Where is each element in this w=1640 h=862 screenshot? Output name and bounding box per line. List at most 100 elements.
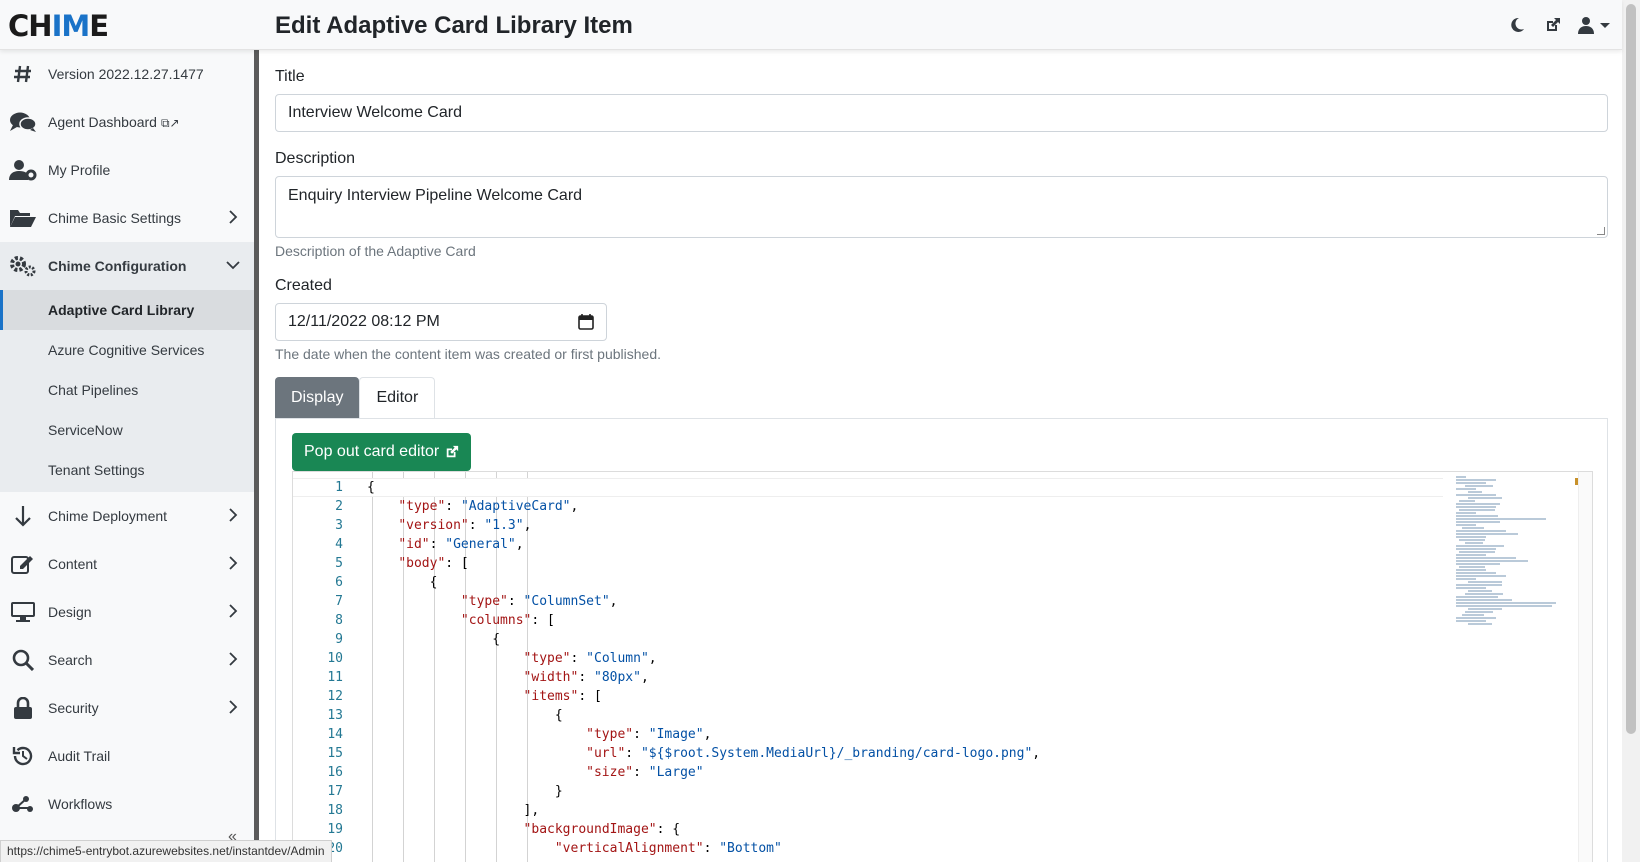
json-code-editor[interactable]: 1{2 "type": "AdaptiveCard", 3 "version": … — [292, 471, 1593, 862]
code-text: "id": "General", — [398, 537, 524, 552]
minimap-line — [1465, 485, 1493, 487]
chevron-right-icon — [229, 556, 238, 570]
minimap-line — [1459, 509, 1495, 511]
calendar-icon[interactable] — [578, 314, 594, 330]
minimap-line — [1456, 575, 1506, 577]
moon-icon[interactable] — [1506, 14, 1528, 36]
sidebar-item-search[interactable]: Search — [0, 636, 254, 684]
code-line[interactable]: 8 "columns": [ — [293, 611, 1443, 630]
hash-icon — [8, 60, 38, 88]
code-text: "type": "Column", — [523, 651, 657, 666]
code-line[interactable]: 7 "type": "ColumnSet", — [293, 592, 1443, 611]
user-icon[interactable] — [1578, 14, 1612, 36]
code-line[interactable]: 11 "width": "80px", — [293, 668, 1443, 687]
tab-display[interactable]: Display — [275, 377, 360, 418]
sidebar-item-label: Security — [48, 700, 99, 716]
line-number: 9 — [335, 632, 343, 647]
code-line[interactable]: 16 "size": "Large" — [293, 763, 1443, 782]
sidebar-item-audit-trail[interactable]: Audit Trail — [0, 732, 254, 780]
code-line[interactable]: 13 { — [293, 706, 1443, 725]
minimap-line — [1456, 524, 1476, 526]
minimap-line — [1465, 611, 1493, 613]
tab-editor[interactable]: Editor — [359, 377, 436, 418]
line-number: 5 — [335, 556, 343, 571]
line-number: 3 — [335, 518, 343, 533]
sidebar-subitem-servicenow[interactable]: ServiceNow — [0, 410, 254, 450]
code-line[interactable]: 1{ — [293, 478, 1443, 497]
sidebar-item-workflows[interactable]: Workflows — [0, 780, 254, 828]
sidebar-item-label: Chime Configuration — [48, 258, 187, 274]
code-line[interactable]: 19 "backgroundImage": { — [293, 820, 1443, 839]
title-input[interactable]: Interview Welcome Card — [275, 94, 1608, 132]
code-line[interactable]: 17 } — [293, 782, 1443, 801]
created-datetime-input[interactable]: 12/11/2022 08:12 PM — [275, 303, 607, 341]
minimap-line — [1456, 476, 1466, 478]
resize-handle[interactable] — [1597, 227, 1605, 235]
sidebar-item-design[interactable]: Design — [0, 588, 254, 636]
code-line[interactable]: 18 ], — [293, 801, 1443, 820]
line-number: 18 — [327, 803, 343, 818]
editor-scrollbar[interactable] — [1578, 472, 1592, 862]
code-line[interactable]: 9 { — [293, 630, 1443, 649]
code-line[interactable]: 5 "body": [ — [293, 554, 1443, 573]
sidebar-subitem-chat-pipelines[interactable]: Chat Pipelines — [0, 370, 254, 410]
sidebar-item-label: Chime Basic Settings — [48, 210, 182, 226]
display-panel: Pop out card editor 1{2 "type": "Adaptiv… — [275, 418, 1608, 862]
code-line[interactable]: 3 "version": "1.3", — [293, 516, 1443, 535]
sidebar-item-security[interactable]: Security — [0, 684, 254, 732]
sidebar-item-agent-dashboard[interactable]: Agent Dashboard ⧉↗ — [0, 98, 254, 146]
page-title: Edit Adaptive Card Library Item — [275, 12, 633, 39]
comments-icon — [8, 108, 38, 136]
page-scroll-thumb[interactable] — [1626, 4, 1636, 734]
external-link-icon[interactable] — [1542, 14, 1564, 36]
code-text: "type": "AdaptiveCard", — [398, 499, 579, 514]
minimap-line — [1456, 602, 1556, 604]
sidebar-item-version[interactable]: Version 2022.12.27.1477 — [0, 50, 254, 98]
sidebar-subitem-adaptive-card-library[interactable]: Adaptive Card Library — [0, 290, 254, 330]
chime-logo[interactable]: CHIME — [8, 11, 109, 41]
code-minimap[interactable] — [1456, 476, 1568, 626]
minimap-line — [1456, 584, 1502, 586]
minimap-line — [1456, 587, 1486, 589]
sidebar-subitem-tenant-settings[interactable]: Tenant Settings — [0, 450, 254, 490]
code-line[interactable]: 2 "type": "AdaptiveCard", — [293, 497, 1443, 516]
code-line[interactable]: 15 "url": "${$root.System.MediaUrl}/_bra… — [293, 744, 1443, 763]
description-textarea[interactable]: Enquiry Interview Pipeline Welcome Card — [275, 176, 1608, 238]
code-text: "type": "Image", — [586, 727, 712, 742]
header-actions — [1506, 14, 1612, 36]
code-text: "url": "${$root.System.MediaUrl}/_brandi… — [586, 746, 1041, 761]
pop-out-card-editor-button[interactable]: Pop out card editor — [292, 433, 472, 471]
minimap-line — [1459, 500, 1475, 502]
minimap-line — [1456, 518, 1546, 520]
minimap-line — [1459, 551, 1495, 553]
created-label: Created — [275, 277, 332, 294]
minimap-line — [1456, 617, 1496, 619]
minimap-line — [1462, 527, 1484, 529]
code-line[interactable]: 10 "type": "Column", — [293, 649, 1443, 668]
code-line[interactable]: 20 "verticalAlignment": "Bottom" — [293, 839, 1443, 858]
code-text: "type": "ColumnSet", — [460, 594, 618, 609]
sidebar-item-my-profile[interactable]: My Profile — [0, 146, 254, 194]
description-help-text: Description of the Adaptive Card — [275, 243, 476, 259]
code-text: "size": "Large" — [586, 765, 704, 780]
page-scrollbar[interactable] — [1622, 0, 1640, 862]
code-line[interactable]: 6 { — [293, 573, 1443, 592]
line-number: 17 — [327, 784, 343, 799]
sidebar-item-chime-configuration[interactable]: Chime Configuration — [0, 242, 254, 290]
minimap-line — [1456, 515, 1498, 517]
line-number: 6 — [335, 575, 343, 590]
code-line[interactable]: 4 "id": "General", — [293, 535, 1443, 554]
sidebar-subitem-azure-cognitive-services[interactable]: Azure Cognitive Services — [0, 330, 254, 370]
sidebar-item-content[interactable]: Content — [0, 540, 254, 588]
sidebar-item-chime-basic-settings[interactable]: Chime Basic Settings — [0, 194, 254, 242]
code-line[interactable]: 14 "type": "Image", — [293, 725, 1443, 744]
minimap-line — [1456, 560, 1528, 562]
minimap-line — [1465, 593, 1503, 595]
sidebar-item-label: Audit Trail — [48, 748, 111, 764]
sidebar-item-chime-deployment[interactable]: Chime Deployment — [0, 492, 254, 540]
code-line[interactable]: 12 "items": [ — [293, 687, 1443, 706]
sidebar-item-label: My Profile — [48, 162, 111, 178]
code-text: ], — [367, 803, 540, 818]
minimap-line — [1456, 503, 1500, 505]
minimap-line — [1468, 608, 1502, 610]
